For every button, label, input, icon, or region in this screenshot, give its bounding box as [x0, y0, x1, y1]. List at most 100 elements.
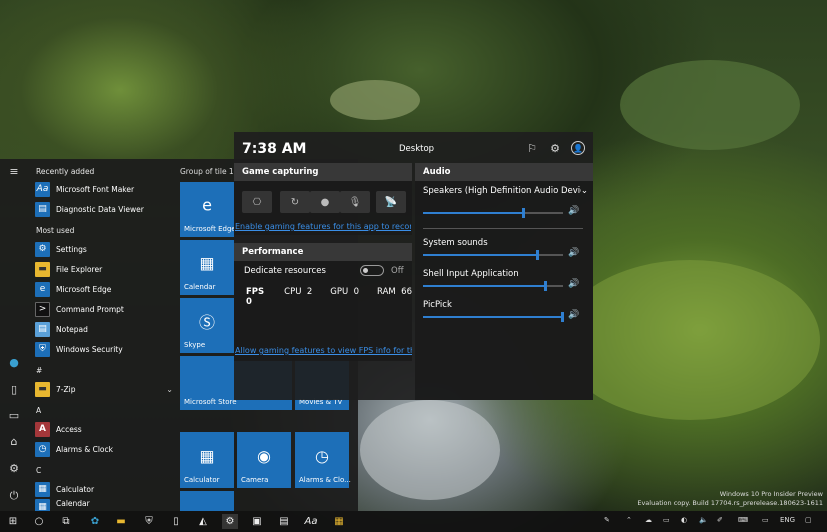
tile-alarms[interactable]: ◷ Alarms & Clo... [295, 432, 351, 488]
user-icon[interactable]: 👤 [571, 141, 585, 155]
camera-icon: ⎔ [252, 196, 262, 208]
calendar-icon: ▦ [35, 499, 50, 511]
display-icon[interactable]: ▭ [762, 516, 769, 524]
app-item-access[interactable]: A Access [35, 420, 82, 438]
volume-icon[interactable]: 🔈 [699, 516, 708, 524]
gear-icon[interactable]: ⚙ [8, 463, 20, 475]
documents-icon[interactable]: ▯ [8, 384, 20, 396]
network-icon[interactable]: ▭ [663, 516, 670, 524]
allow-fps-link[interactable]: Allow gaming features to view FPS info f… [235, 346, 412, 355]
hamburger-icon[interactable]: ≡ [8, 166, 20, 178]
app-item-alarms[interactable]: ◷ Alarms & Clock [35, 440, 113, 458]
chevron-down-icon[interactable]: ⌄ [166, 385, 173, 394]
start-windows-icon[interactable]: ⊞ [5, 514, 21, 529]
user-avatar-icon[interactable]: ● [8, 357, 20, 369]
screenshot-button[interactable]: ⎔ [242, 191, 272, 213]
tile-partial[interactable] [180, 491, 234, 511]
tile-group-title[interactable]: Group of tile 1 [180, 167, 234, 176]
pictures-icon[interactable]: ▭ [8, 410, 20, 422]
speaker-icon[interactable]: 🔊 [568, 310, 579, 320]
app-item-windows-security[interactable]: ⛨ Windows Security [35, 340, 123, 358]
slider-thumb[interactable] [522, 208, 525, 218]
calendar-icon: ▦ [199, 253, 215, 273]
slider-fill [423, 285, 546, 287]
broadcast-button[interactable]: 📡 [376, 191, 406, 213]
cortana-icon[interactable]: ○ [31, 514, 47, 529]
app-item-calculator[interactable]: ▦ Calculator [35, 480, 94, 498]
audio-device-select[interactable]: Speakers (High Definition Audio Devic ⌄ [423, 186, 588, 196]
slider-thumb[interactable] [536, 250, 539, 260]
phone-icon[interactable]: ▯ [168, 514, 184, 529]
tile-label: Calendar [184, 283, 216, 291]
app-volume-slider[interactable] [423, 312, 564, 322]
app-item-settings[interactable]: ⚙ Settings [35, 240, 87, 258]
speaker-icon[interactable]: 🔊 [568, 248, 579, 258]
watermark-line-2: Evaluation copy. Build 17704.rs_prerelea… [637, 499, 823, 507]
pen-workspace-icon[interactable]: ✐ [717, 516, 723, 524]
mixed-reality-icon[interactable]: ◐ [681, 516, 687, 524]
record-last-button[interactable]: ↻ [280, 191, 310, 213]
tile-label: Skype [184, 341, 206, 349]
tile-label: Camera [241, 476, 269, 484]
gear-icon[interactable]: ⚙ [548, 141, 562, 155]
tile-calculator[interactable]: ▦ Calculator [180, 432, 234, 488]
background-rock [330, 80, 420, 120]
enable-capture-link[interactable]: Enable gaming features for this app to r… [235, 222, 411, 231]
gear-icon: ⚙ [35, 241, 50, 257]
pen-icon[interactable]: ✎ [604, 516, 610, 524]
app-item-edge[interactable]: e Microsoft Edge [35, 280, 111, 298]
folder-icon[interactable]: ▬ [113, 514, 129, 529]
feedback-icon[interactable]: ⚐ [525, 141, 539, 155]
tile-calendar[interactable]: ▦ Calendar [180, 240, 234, 295]
app-icon[interactable]: ✿ [87, 514, 103, 529]
app-volume-slider[interactable] [423, 281, 563, 291]
tile-camera[interactable]: ◉ Camera [237, 432, 291, 488]
task-view-icon[interactable]: ⧉ [58, 514, 74, 529]
device-volume-slider[interactable] [423, 208, 563, 218]
diagnostic-icon: ▤ [35, 201, 50, 217]
tile-skype[interactable]: Ⓢ Skype [180, 298, 234, 353]
app-item-notepad[interactable]: ▤ Notepad [35, 320, 88, 338]
edge-icon: e [202, 195, 212, 215]
app-item-cmd[interactable]: > Command Prompt [35, 300, 124, 318]
app-label: Microsoft Edge [56, 284, 112, 294]
taskbar: ⊞ ○ ⧉ ✿ ▬ ⛨ ▯ ◭ ⚙ ▣ ▤ Aa ▦ ✎ ⌃ ☁ ▭ ◐ 🔈 ✐… [0, 511, 827, 532]
keyboard-icon[interactable]: ⌨ [738, 516, 748, 524]
gear-icon[interactable]: ⚙ [222, 514, 238, 529]
most-used-header: Most used [36, 226, 75, 235]
background-rock [620, 60, 800, 150]
power-icon[interactable]: ⏻ [8, 490, 20, 502]
notepad-icon[interactable]: ▤ [276, 514, 292, 529]
slider-thumb[interactable] [544, 281, 547, 291]
app-label: Command Prompt [56, 304, 124, 314]
shield-icon[interactable]: ⛨ [141, 514, 157, 529]
onedrive-icon[interactable]: ☁ [645, 516, 652, 524]
slider-thumb[interactable] [561, 312, 564, 322]
start-rail: ≡ ● ▯ ▭ ⌂ ⚙ ⏻ [0, 159, 28, 511]
speaker-icon[interactable]: 🔊 [568, 206, 579, 216]
app-item-calendar[interactable]: ▦ Calendar [35, 499, 90, 511]
app-label: Settings [56, 244, 87, 254]
action-center-icon[interactable]: ▢ [805, 516, 812, 524]
record-button[interactable]: ● [310, 191, 340, 213]
app-item-font-maker[interactable]: Aa Microsoft Font Maker [35, 180, 134, 198]
app-icon[interactable]: ▣ [249, 514, 265, 529]
store-icon[interactable]: ▦ [331, 514, 347, 529]
language-indicator[interactable]: ENG [780, 516, 795, 524]
app-item-file-explorer[interactable]: ▬ File Explorer [35, 260, 102, 278]
dedicate-resources-toggle[interactable] [360, 265, 384, 276]
letter-header-c[interactable]: C [36, 466, 41, 475]
chevron-up-icon[interactable]: ⌃ [626, 516, 632, 524]
camera-icon: ◉ [257, 446, 271, 466]
mic-button[interactable]: 🎙 [340, 191, 370, 213]
letter-header-hash[interactable]: # [36, 366, 42, 375]
speaker-icon[interactable]: 🔊 [568, 279, 579, 289]
app-item-diagnostic[interactable]: ▤ Diagnostic Data Viewer [35, 200, 144, 218]
app-item-7zip[interactable]: ▬ 7-Zip ⌄ [35, 380, 173, 398]
photos-icon[interactable]: ◭ [195, 514, 211, 529]
font-maker-icon[interactable]: Aa [303, 514, 319, 529]
app-volume-slider[interactable] [423, 250, 563, 260]
network-icon[interactable]: ⌂ [8, 436, 20, 448]
letter-header-a[interactable]: A [36, 406, 41, 415]
tile-edge[interactable]: e Microsoft Edge [180, 182, 236, 237]
